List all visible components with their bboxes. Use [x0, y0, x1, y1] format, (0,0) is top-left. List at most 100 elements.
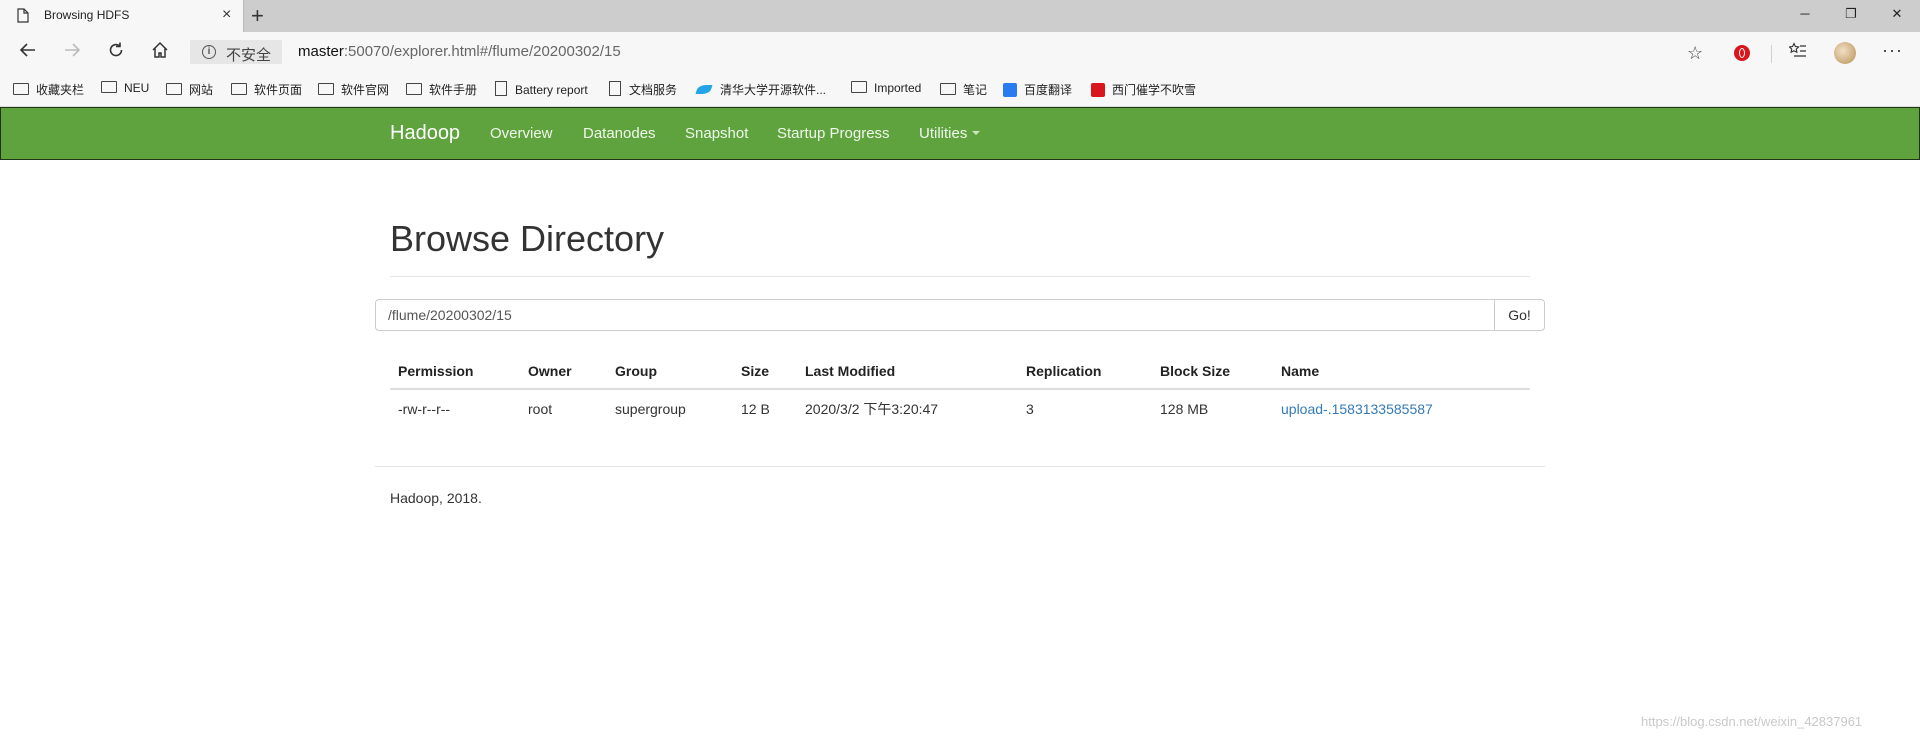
extension-icon[interactable]	[1734, 45, 1750, 61]
bookmark-item[interactable]: 百度翻译	[1003, 81, 1072, 98]
tab-title: Browsing HDFS	[44, 8, 130, 22]
bookmark-label: 西门催学不吹雪	[1112, 83, 1197, 97]
page-title: Browse Directory	[390, 218, 665, 259]
hadoop-brand[interactable]: Hadoop	[390, 122, 460, 145]
bookmark-item[interactable]: 文档服务	[609, 81, 677, 98]
hadoop-navbar: Hadoop Overview Datanodes Snapshot Start…	[0, 107, 1920, 160]
bookmark-item[interactable]: 笔记	[940, 81, 987, 98]
address-bar[interactable]: i 不安全 master:50070/explorer.html#/flume/…	[188, 36, 1756, 68]
home-icon[interactable]	[148, 41, 172, 65]
tuna-icon	[695, 85, 713, 94]
bookmark-item[interactable]: 软件页面	[231, 81, 302, 98]
bookmark-item[interactable]: 西门催学不吹雪	[1091, 81, 1196, 98]
security-indicator[interactable]: i 不安全	[190, 40, 282, 64]
bookmark-item[interactable]: 清华大学开源软件...	[695, 81, 827, 98]
bookmark-item[interactable]: NEU	[101, 81, 149, 95]
bookmark-item[interactable]: 网站	[166, 81, 213, 98]
page-icon	[495, 81, 507, 96]
bookmark-label: Battery report	[515, 83, 588, 97]
more-icon[interactable]: ···	[1882, 40, 1903, 61]
url-host: master	[298, 43, 344, 60]
folder-icon	[940, 83, 956, 95]
forward-icon[interactable]	[60, 41, 84, 65]
folder-icon	[231, 83, 247, 95]
column-header-block-size[interactable]: Block Size	[1152, 354, 1273, 390]
folder-icon	[318, 83, 334, 95]
bookmark-item[interactable]: 收藏夹栏	[13, 81, 84, 98]
nav-link-startup-progress[interactable]: Startup Progress	[777, 125, 890, 142]
browser-tab[interactable]: Browsing HDFS ×	[0, 0, 244, 32]
bookmark-label: 软件官网	[341, 83, 390, 97]
go-button[interactable]: Go!	[1494, 299, 1545, 331]
bookmark-label: 文档服务	[629, 83, 678, 97]
folder-icon	[101, 81, 117, 93]
baidu-translate-icon	[1003, 83, 1017, 97]
bookmark-label: 笔记	[963, 83, 988, 97]
browser-tab-strip: Browsing HDFS × + ─ ❐ ✕	[0, 0, 1920, 32]
bookmark-label: 清华大学开源软件...	[720, 83, 827, 97]
column-header-group[interactable]: Group	[607, 354, 733, 390]
divider	[390, 276, 1530, 277]
bookmark-label: 软件页面	[254, 83, 303, 97]
caret-down-icon	[972, 131, 981, 135]
nav-link-datanodes[interactable]: Datanodes	[583, 125, 656, 142]
refresh-icon[interactable]	[104, 41, 128, 65]
tab-close-icon[interactable]: ×	[222, 6, 231, 24]
info-icon: i	[202, 45, 216, 59]
table-header-row: Permission Owner Group Size Last Modifie…	[390, 354, 1530, 390]
nav-link-snapshot[interactable]: Snapshot	[685, 125, 748, 142]
folder-icon	[851, 81, 867, 93]
back-icon[interactable]	[16, 41, 40, 65]
cell-last-modified: 2020/3/2 下午3:20:47	[805, 401, 939, 417]
watermark-text: https://blog.csdn.net/weixin_42837961	[1641, 714, 1863, 729]
column-header-owner[interactable]: Owner	[520, 354, 607, 390]
directory-path-input[interactable]	[375, 299, 1495, 331]
bookmark-item[interactable]: Battery report	[495, 81, 588, 97]
bookmark-label: 百度翻译	[1024, 83, 1073, 97]
restore-button[interactable]: ❐	[1828, 0, 1874, 32]
toolbar-divider	[1771, 45, 1772, 63]
new-tab-button[interactable]: +	[251, 3, 264, 29]
cell-block-size: 128 MB	[1160, 401, 1209, 417]
directory-table: Permission Owner Group Size Last Modifie…	[390, 354, 1530, 428]
footer-text: Hadoop, 2018.	[390, 490, 482, 506]
bookmark-label: 网站	[189, 83, 214, 97]
cell-size: 12 B	[741, 401, 770, 417]
url-path: :50070/explorer.html#/flume/20200302/15	[343, 43, 621, 60]
profile-avatar[interactable]	[1834, 42, 1856, 64]
star-icon[interactable]: ☆	[1687, 43, 1703, 64]
cell-group: supergroup	[615, 401, 686, 417]
cell-owner: root	[528, 401, 553, 417]
minimize-button[interactable]: ─	[1782, 0, 1828, 32]
nav-link-overview[interactable]: Overview	[490, 125, 553, 142]
bookmark-item[interactable]: Imported	[851, 81, 921, 95]
column-header-permission[interactable]: Permission	[390, 354, 520, 390]
bookmark-item[interactable]: 软件手册	[406, 81, 477, 98]
folder-icon	[13, 83, 29, 95]
csdn-icon	[1091, 83, 1105, 97]
bookmarks-bar: 收藏夹栏 NEU 网站 软件页面 软件官网 软件手册 Battery repor…	[0, 74, 1920, 107]
insecure-label: 不安全	[226, 47, 272, 64]
column-header-name[interactable]: Name	[1273, 354, 1530, 390]
close-window-button[interactable]: ✕	[1874, 0, 1920, 32]
cell-permission: -rw-r--r--	[398, 401, 451, 417]
bookmark-label: NEU	[124, 81, 150, 95]
bookmark-label: Imported	[874, 81, 922, 95]
page-icon	[609, 81, 621, 96]
footer-divider	[375, 466, 1545, 467]
url-text[interactable]: master:50070/explorer.html#/flume/202003…	[298, 43, 621, 60]
cell-name: upload-.1583133585587	[1273, 389, 1530, 428]
utilities-label: Utilities	[919, 125, 968, 142]
column-header-size[interactable]: Size	[733, 354, 797, 390]
folder-icon	[406, 83, 422, 95]
browser-toolbar: i 不安全 master:50070/explorer.html#/flume/…	[0, 32, 1920, 74]
favorites-icon[interactable]	[1788, 42, 1807, 65]
bookmark-label: 收藏夹栏	[36, 83, 85, 97]
column-header-last-modified[interactable]: Last Modified	[797, 354, 1018, 390]
table-row: -rw-r--r-- root supergroup 12 B 2020/3/2…	[390, 389, 1530, 428]
file-link[interactable]: upload-.1583133585587	[1281, 401, 1433, 417]
column-header-replication[interactable]: Replication	[1018, 354, 1152, 390]
folder-icon	[166, 83, 182, 95]
bookmark-item[interactable]: 软件官网	[318, 81, 389, 98]
nav-link-utilities[interactable]: Utilities	[919, 125, 981, 142]
